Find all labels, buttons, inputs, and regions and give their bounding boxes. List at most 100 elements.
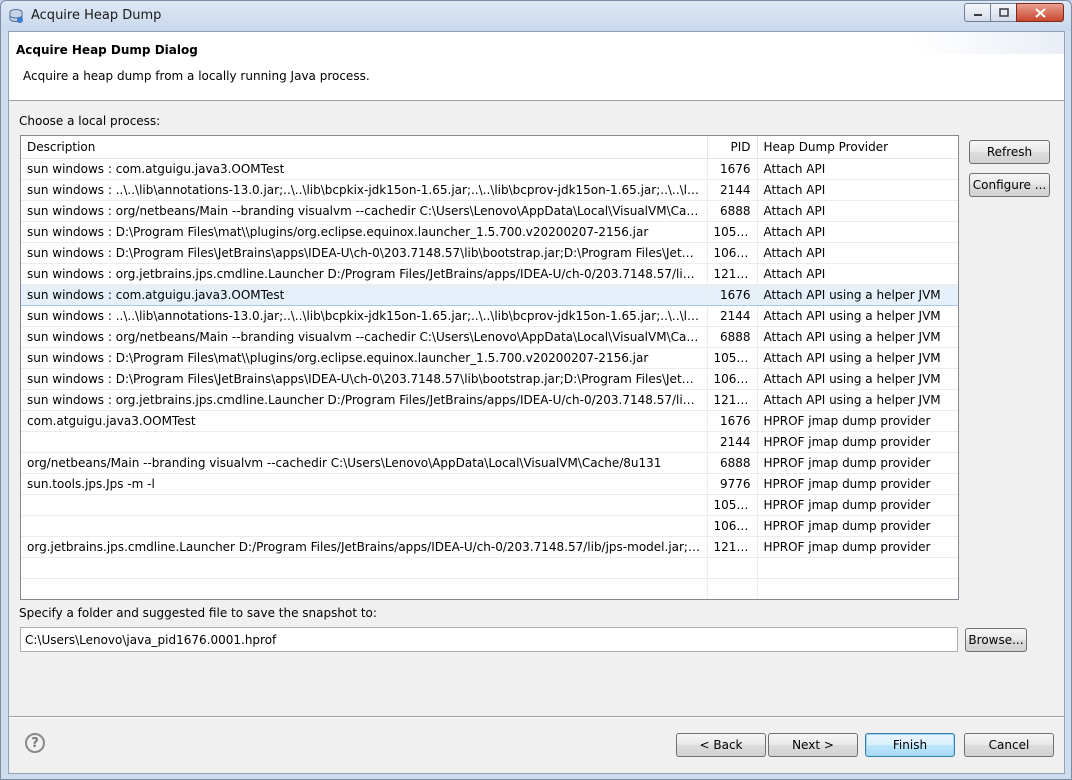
table-row[interactable]: sun windows : com.atguigu.java3.OOMTest 1… [21,158,958,180]
pid-cell: 10532 [707,494,758,516]
configure-button[interactable]: Configure ... [969,173,1050,197]
description-cell: sun windows : org/netbeans/Main --brandi… [21,326,708,348]
process-label: Choose a local process: [19,114,161,128]
column-header-provider[interactable]: Heap Dump Provider [757,136,958,159]
pid-cell: 12104 [707,263,758,285]
provider-cell [757,557,958,579]
pid-cell: 10692 [707,515,758,537]
description-cell: sun windows : org.jetbrains.jps.cmdline.… [21,263,708,285]
description-cell: sun windows : com.atguigu.java3.OOMTest [21,283,708,306]
minimize-button[interactable] [964,3,991,22]
description-cell: org.jetbrains.jps.cmdline.Launcher D:/Pr… [21,536,708,558]
provider-cell: Attach API using a helper JVM [757,283,958,306]
pid-cell: 2144 [707,431,758,453]
close-icon [1034,7,1046,18]
table-row[interactable]: sun windows : com.atguigu.java3.OOMTest 1… [21,283,958,306]
table-row[interactable]: sun windows : org/netbeans/Main --brandi… [21,326,958,348]
table-row[interactable]: sun windows : D:\Program Files\JetBrains… [21,368,958,390]
description-cell: com.atguigu.java3.OOMTest [21,410,708,432]
table-row[interactable]: com.atguigu.java3.OOMTest 1676 HPROF jmap … [21,410,958,432]
provider-cell: HPROF jmap dump provider [757,473,958,495]
maximize-button[interactable] [990,3,1017,22]
snapshot-path-input[interactable] [20,627,958,652]
pid-cell [707,578,758,599]
provider-cell: Attach API using a helper JVM [757,305,958,327]
table-row[interactable]: org/netbeans/Main --branding visualvm --… [21,452,958,474]
table-row[interactable]: sun windows : D:\Program Files\JetBrains… [21,242,958,264]
back-button[interactable]: < Back [676,733,766,757]
table-row[interactable]: sun windows : ..\..\lib\annotations-13.0… [21,179,958,201]
pid-cell: 1676 [707,158,758,180]
dialog-window: Acquire Heap Dump Acquire Heap Dump Dial… [0,0,1072,780]
description-cell: sun windows : ..\..\lib\annotations-13.0… [21,305,708,327]
description-cell: sun windows : D:\Program Files\mat\\plug… [21,221,708,243]
cancel-button[interactable]: Cancel [964,733,1054,757]
footer-separator [9,716,1064,718]
snapshot-label: Specify a folder and suggested file to s… [19,606,377,620]
pid-cell: 1676 [707,283,758,306]
table-row[interactable]: sun windows : org.jetbrains.jps.cmdline.… [21,263,958,285]
provider-cell: Attach API using a helper JVM [757,326,958,348]
provider-cell: HPROF jmap dump provider [757,536,958,558]
table-row[interactable] [21,578,958,599]
description-cell: sun windows : D:\Program Files\mat\\plug… [21,347,708,369]
table-row[interactable]: sun windows : D:\Program Files\mat\\plug… [21,347,958,369]
help-icon[interactable]: ? [25,733,45,753]
table-row[interactable]: org.jetbrains.jps.cmdline.Launcher D:/Pr… [21,536,958,558]
close-button[interactable] [1016,3,1064,22]
pid-cell [707,557,758,579]
table-row[interactable]: 10692 HPROF jmap dump provider [21,515,958,537]
column-header-description[interactable]: Description [21,136,708,159]
description-cell [21,494,708,516]
dialog-description: Acquire a heap dump from a locally runni… [23,69,370,83]
dialog-header: Acquire Heap Dump Dialog Acquire a heap … [9,32,1064,101]
finish-button[interactable]: Finish [865,733,955,757]
pid-cell: 6888 [707,200,758,222]
pid-cell: 12104 [707,536,758,558]
table-row[interactable]: sun windows : D:\Program Files\mat\\plug… [21,221,958,243]
pid-cell: 10532 [707,221,758,243]
description-cell: sun windows : D:\Program Files\JetBrains… [21,368,708,390]
description-cell [21,578,708,599]
table-row[interactable]: 10532 HPROF jmap dump provider [21,494,958,516]
pid-cell: 6888 [707,326,758,348]
description-cell: sun windows : D:\Program Files\JetBrains… [21,242,708,264]
refresh-button[interactable]: Refresh [969,140,1050,164]
dialog-title: Acquire Heap Dump Dialog [16,43,198,57]
heap-dump-app-icon [9,9,23,23]
description-cell [21,515,708,537]
window-title: Acquire Heap Dump [31,8,162,23]
title-bar[interactable]: Acquire Heap Dump [1,1,1071,31]
provider-cell: Attach API using a helper JVM [757,389,958,411]
provider-cell: Attach API [757,179,958,201]
browse-button[interactable]: Browse... [965,628,1027,652]
provider-cell: Attach API using a helper JVM [757,347,958,369]
table-row[interactable] [21,557,958,579]
description-cell: sun windows : ..\..\lib\annotations-13.0… [21,179,708,201]
table-row[interactable]: 2144 HPROF jmap dump provider [21,431,958,453]
pid-cell: 6888 [707,452,758,474]
pid-cell: 9776 [707,473,758,495]
process-table[interactable]: Description PID Heap Dump Provider sun w… [20,135,959,600]
pid-cell: 10692 [707,368,758,390]
next-button[interactable]: Next > [768,733,858,757]
provider-cell: HPROF jmap dump provider [757,452,958,474]
pid-cell: 12104 [707,389,758,411]
provider-cell [757,578,958,599]
table-row[interactable]: sun windows : ..\..\lib\annotations-13.0… [21,305,958,327]
maximize-icon [998,8,1009,17]
description-cell: sun windows : org.jetbrains.jps.cmdline.… [21,389,708,411]
table-row[interactable]: sun windows : org.jetbrains.jps.cmdline.… [21,389,958,411]
table-row[interactable]: sun.tools.jps.Jps -m -l 9776 HPROF jmap du… [21,473,958,495]
provider-cell: HPROF jmap dump provider [757,410,958,432]
description-cell: sun windows : org/netbeans/Main --brandi… [21,200,708,222]
provider-cell: Attach API [757,200,958,222]
provider-cell: Attach API using a helper JVM [757,368,958,390]
provider-cell: Attach API [757,263,958,285]
table-row[interactable]: sun windows : org/netbeans/Main --brandi… [21,200,958,222]
pid-cell: 10692 [707,242,758,264]
header-decoration [914,32,1064,54]
description-cell: sun.tools.jps.Jps -m -l [21,473,708,495]
pid-cell: 1676 [707,410,758,432]
column-header-pid[interactable]: PID [707,136,758,159]
